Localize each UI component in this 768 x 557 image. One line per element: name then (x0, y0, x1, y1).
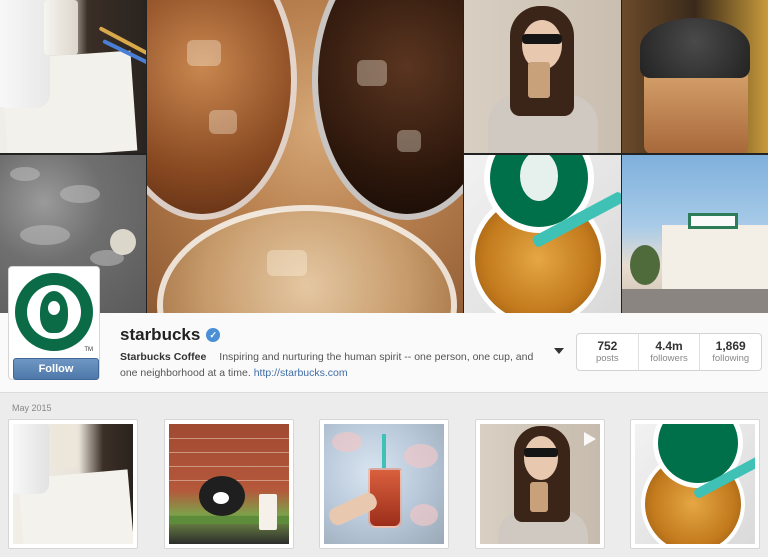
profile-bio: Starbucks Coffee Inspiring and nurturing… (120, 349, 552, 381)
verified-badge-icon: ✓ (206, 328, 221, 342)
post-card-girl-drink[interactable] (474, 419, 605, 549)
post-image (635, 424, 755, 544)
post-image (324, 424, 444, 544)
trademark-mark: TM (84, 347, 93, 353)
stat-posts-value: 752 (597, 339, 618, 353)
follow-button[interactable]: Follow (13, 358, 99, 380)
feed-month-label: May 2015 (12, 403, 52, 413)
profile-full-name: Starbucks Coffee (120, 351, 207, 363)
post-grid (8, 419, 760, 549)
post-card-dog-bench[interactable] (163, 419, 294, 549)
post-card-blossom-drink[interactable] (319, 419, 449, 549)
chevron-down-icon[interactable] (554, 348, 564, 354)
mosaic-tile-iced-coffee-logo (464, 155, 621, 313)
profile-stats: 752 posts 4.4m followers 1,869 following (576, 333, 762, 371)
stat-followers[interactable]: 4.4m followers (639, 334, 701, 370)
stat-followers-value: 4.4m (655, 339, 683, 353)
stat-posts-label: posts (595, 353, 619, 364)
mosaic-tile-iced-coffees (147, 0, 463, 313)
mosaic-tile-cup-sketch (0, 0, 146, 153)
stat-following[interactable]: 1,869 following (700, 334, 761, 370)
mosaic-tile-girl-drink (464, 0, 621, 153)
stat-followers-label: followers (650, 353, 688, 364)
post-card-iced-coffee-logo[interactable] (630, 419, 760, 549)
profile-avatar-card: TM Follow (8, 266, 100, 380)
post-card-cup-sketch[interactable] (8, 419, 138, 549)
post-image (13, 424, 133, 544)
mosaic-tile-storefront (622, 155, 768, 313)
profile-username: starbucks (120, 325, 201, 344)
profile-username-row: starbucks ✓ (120, 325, 221, 345)
siren-logo-icon (40, 291, 68, 333)
stat-posts[interactable]: 752 posts (577, 334, 639, 370)
video-play-icon (583, 432, 596, 446)
stat-following-value: 1,869 (715, 339, 746, 353)
profile-website-link[interactable]: http://starbucks.com (254, 367, 348, 379)
avatar: TM (13, 271, 95, 353)
stat-following-label: following (712, 353, 750, 364)
mosaic-tile-frappuccino (622, 0, 768, 153)
post-image (479, 424, 600, 544)
post-image (168, 424, 289, 544)
header-photo-mosaic (0, 0, 768, 313)
